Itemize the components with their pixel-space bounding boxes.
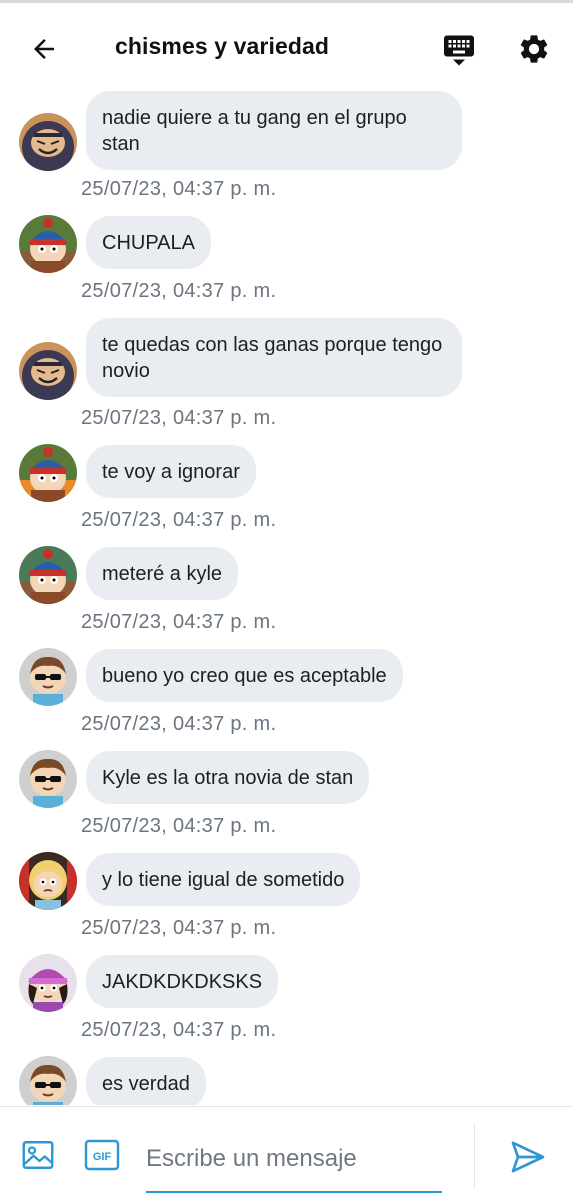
message-timestamp: 25/07/23, 04:37 p. m. [81,815,277,837]
message-input[interactable] [146,1133,442,1185]
message-bubble[interactable]: Kyle es la otra novia de stan [86,751,370,804]
keyboard-toggle-button[interactable] [438,29,480,69]
red-pompom-hat-avatar [19,546,77,604]
message-bubble[interactable]: bueno yo creo que es aceptable [86,649,403,702]
message-text: te quedas con las ganas porque tengo nov… [102,334,443,382]
avatar[interactable] [19,546,77,604]
avatar[interactable] [19,750,77,808]
sunglasses-character-avatar [19,750,77,808]
message-bubble[interactable]: es verdad [86,1057,206,1105]
settings-button[interactable] [514,29,554,69]
message-timestamp: 25/07/23, 04:37 p. m. [81,509,277,531]
message-bubble[interactable]: CHUPALA [86,216,211,269]
message-text: te voy a ignorar [102,461,240,483]
message-timestamp: 25/07/23, 04:37 p. m. [81,178,277,200]
message-text: JAKDKDKDKSKS [102,971,263,993]
message-bubble[interactable]: JAKDKDKDKSKS [86,955,279,1008]
red-pompom-hat-avatar [19,444,77,502]
gear-icon [520,35,548,63]
message-text: CHUPALA [102,232,195,254]
message-timestamp: 25/07/23, 04:37 p. m. [81,713,277,735]
message-timestamp: 25/07/23, 04:37 p. m. [81,917,277,939]
message-bubble[interactable]: te voy a ignorar [86,445,256,498]
avatar[interactable] [19,342,77,400]
gif-icon: GIF [84,1139,120,1171]
message-bubble[interactable]: meteré a kyle [86,547,239,600]
attach-image-button[interactable] [20,1137,56,1173]
message-bubble[interactable]: te quedas con las ganas porque tengo nov… [86,318,462,397]
send-button[interactable] [508,1137,548,1177]
message-timestamp: 25/07/23, 04:37 p. m. [81,280,277,302]
message-timestamp: 25/07/23, 04:37 p. m. [81,407,277,429]
message-text: meteré a kyle [102,563,223,585]
sunglasses-character-avatar [19,1056,77,1105]
message-bubble[interactable]: y lo tiene igual de sometido [86,853,361,906]
message-input-wrapper [146,1133,442,1193]
avatar[interactable] [19,113,77,171]
avatar[interactable] [19,215,77,273]
red-pompom-hat-avatar [19,215,77,273]
message-timestamp: 25/07/23, 04:37 p. m. [81,611,277,633]
chat-header: chismes y variedad [0,3,573,87]
avatar[interactable] [19,954,77,1012]
message-text: nadie quiere a tu gang en el grupo stan [102,107,407,155]
chat-title: chismes y variedad [115,33,330,59]
message-text: es verdad [102,1073,190,1095]
message-text: y lo tiene igual de sometido [102,869,345,891]
send-icon [511,1141,545,1173]
message-bubble[interactable]: nadie quiere a tu gang en el grupo stan [86,91,462,170]
sunglasses-character-avatar [19,648,77,706]
purple-hat-character-avatar [19,954,77,1012]
message-text: Kyle es la otra novia de stan [102,767,354,789]
gif-label: GIF [93,1151,112,1163]
hooded-character-avatar [19,113,77,171]
gif-button[interactable]: GIF [84,1137,120,1173]
avatar[interactable] [19,648,77,706]
keyboard-icon [444,35,474,66]
hooded-character-avatar [19,342,77,400]
message-list[interactable]: nadie quiere a tu gang en el grupo stan … [0,87,573,1105]
avatar[interactable] [19,1056,77,1105]
image-icon [22,1141,54,1169]
message-timestamp: 25/07/23, 04:37 p. m. [81,1019,277,1041]
avatar[interactable] [19,852,77,910]
composer-divider [474,1123,475,1189]
back-button[interactable] [24,29,64,69]
blonde-character-avatar [19,852,77,910]
back-arrow-icon [34,39,54,59]
message-text: bueno yo creo que es aceptable [102,665,387,687]
avatar[interactable] [19,444,77,502]
message-composer: GIF [0,1106,573,1200]
